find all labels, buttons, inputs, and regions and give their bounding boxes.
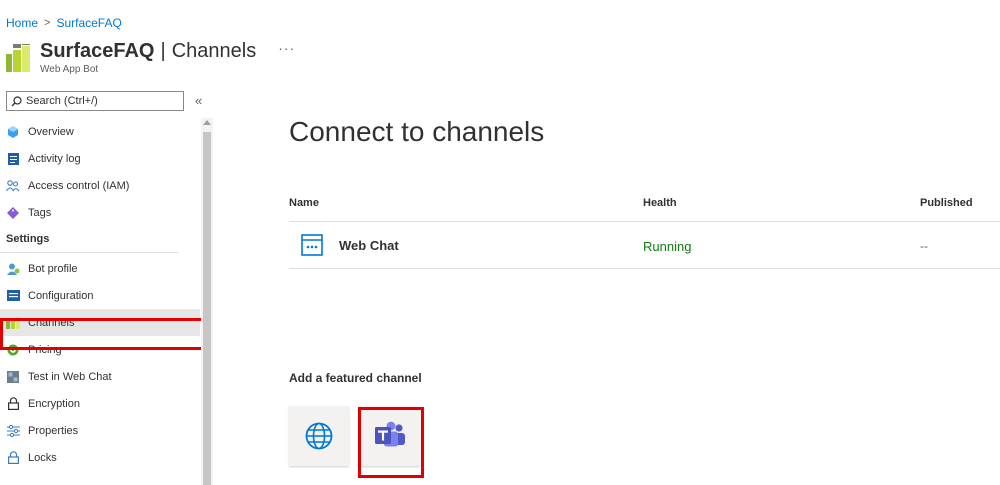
scrollbar-thumb[interactable] xyxy=(203,132,211,485)
title-separator: | xyxy=(160,40,166,62)
channel-name-cell[interactable]: Web Chat xyxy=(301,234,399,256)
sidebar-item-label: Overview xyxy=(28,125,74,138)
sidebar-item-label: Configuration xyxy=(28,289,94,302)
breadcrumb-separator: > xyxy=(44,17,51,29)
channels-table: Name Health Published Web Chat Running -… xyxy=(289,190,1000,269)
sidebar-item-bot-profile[interactable]: Bot profile xyxy=(0,255,200,282)
page-header: SurfaceFAQ | Channels ··· Web App Bot xyxy=(6,38,295,75)
table-row[interactable]: Web Chat Running -- xyxy=(289,222,1000,269)
sidebar-item-locks[interactable]: Locks xyxy=(0,444,200,471)
channel-published: -- xyxy=(920,239,928,253)
iam-icon xyxy=(6,179,20,193)
sidebar-item-label: Encryption xyxy=(28,397,80,410)
search-placeholder: Search (Ctrl+/) xyxy=(26,95,98,107)
sidebar-item-label: Bot profile xyxy=(28,262,78,275)
sidebar-item-access-control[interactable]: Access control (IAM) xyxy=(0,172,200,199)
channels-icon xyxy=(6,44,30,72)
sidebar-item-properties[interactable]: Properties xyxy=(0,417,200,444)
sidebar-scrollbar[interactable] xyxy=(201,118,213,485)
main-title: Connect to channels xyxy=(289,116,545,147)
lock-icon xyxy=(6,451,20,465)
sidebar-item-encryption[interactable]: Encryption xyxy=(0,390,200,417)
web-chat-icon xyxy=(301,234,323,256)
column-header-published[interactable]: Published xyxy=(920,197,973,209)
test-web-chat-icon xyxy=(6,370,20,384)
sidebar-nav: Overview Activity log Access control (IA… xyxy=(0,118,200,471)
featured-channel-web-button[interactable] xyxy=(289,406,349,466)
sidebar-item-label: Tags xyxy=(28,206,52,219)
featured-channel-label: Add a featured channel xyxy=(289,371,422,385)
scroll-up-arrow-icon[interactable] xyxy=(203,120,211,125)
bot-profile-icon xyxy=(6,262,20,276)
table-header: Name Health Published xyxy=(289,190,1000,222)
resource-name: SurfaceFAQ xyxy=(40,40,155,62)
breadcrumb: Home > SurfaceFAQ xyxy=(6,16,122,30)
sidebar-item-activity-log[interactable]: Activity log xyxy=(0,145,200,172)
channel-name[interactable]: Web Chat xyxy=(339,238,399,253)
teams-highlight-box xyxy=(358,407,424,478)
tag-icon xyxy=(6,206,20,220)
sidebar-item-label: Test in Web Chat xyxy=(28,370,112,383)
settings-section-header: Settings xyxy=(0,226,178,253)
search-input[interactable]: Search (Ctrl+/) xyxy=(6,91,184,111)
breadcrumb-current-link[interactable]: SurfaceFAQ xyxy=(56,16,121,30)
properties-icon xyxy=(6,424,20,438)
sidebar-item-label: Locks xyxy=(28,451,57,464)
sidebar-item-label: Properties xyxy=(28,424,79,437)
column-header-health[interactable]: Health xyxy=(643,197,677,209)
channel-health: Running xyxy=(643,239,692,254)
page-title: Channels xyxy=(171,40,257,62)
breadcrumb-home-link[interactable]: Home xyxy=(6,16,38,30)
resource-type: Web App Bot xyxy=(40,64,99,75)
column-header-name[interactable]: Name xyxy=(289,197,319,209)
sidebar-item-tags[interactable]: Tags xyxy=(0,199,200,226)
overview-icon xyxy=(6,125,20,139)
collapse-sidebar-button[interactable]: « xyxy=(195,93,202,108)
search-icon xyxy=(11,95,22,106)
sidebar-item-test-web-chat[interactable]: Test in Web Chat xyxy=(0,363,200,390)
lock-icon xyxy=(6,397,20,411)
configuration-icon xyxy=(6,289,20,303)
globe-icon xyxy=(305,422,333,450)
more-options-button[interactable]: ··· xyxy=(278,35,295,61)
sidebar-item-label: Access control (IAM) xyxy=(28,179,130,192)
activity-log-icon xyxy=(6,152,20,166)
sidebar-item-label: Activity log xyxy=(28,152,81,165)
sidebar-item-configuration[interactable]: Configuration xyxy=(0,282,200,309)
sidebar-item-overview[interactable]: Overview xyxy=(0,118,200,145)
channels-highlight-box xyxy=(0,318,206,350)
